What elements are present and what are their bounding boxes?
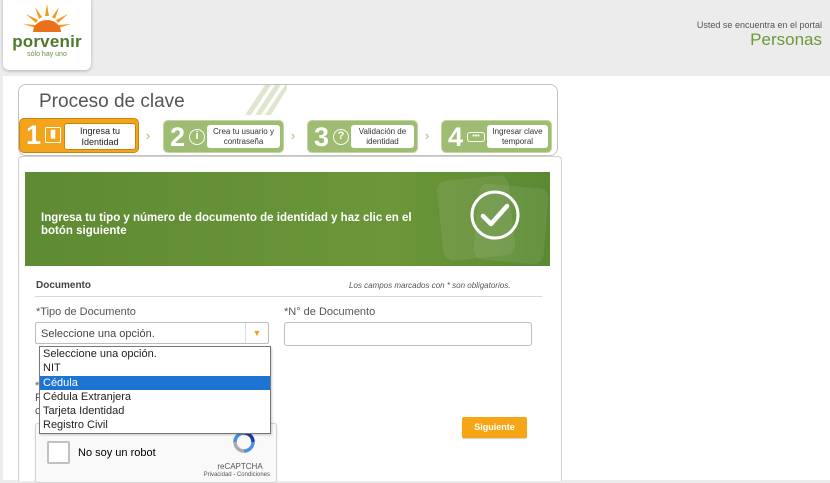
tipo-documento-select[interactable]: Seleccione una opción. ▼: [35, 322, 269, 344]
step-number: 3: [314, 122, 330, 152]
top-header: porvenir sólo hay uno Usted se encuentra…: [0, 0, 830, 76]
step-label: Ingresa tu Identidad: [64, 123, 136, 150]
tipo-documento-options: Seleccione una opción. NIT Cédula Cédula…: [39, 346, 271, 434]
chevron-right-icon: ›: [145, 128, 151, 143]
brand-logo[interactable]: porvenir sólo hay uno: [3, 0, 91, 70]
recaptcha-label: No soy un robot: [78, 447, 156, 459]
info-icon: i: [189, 129, 205, 145]
decorative-stripes: [245, 85, 287, 115]
step-number: 4: [448, 122, 464, 152]
numero-documento-input[interactable]: [284, 322, 532, 346]
sun-icon: [23, 4, 71, 32]
required-note: Los campos marcados con * son obligatori…: [349, 281, 511, 290]
step-label: Ingresar clave temporal: [487, 125, 548, 148]
option-cedula-extranjera[interactable]: Cédula Extranjera: [40, 390, 270, 404]
portal-name[interactable]: Personas: [750, 30, 822, 50]
banner-text: Ingresa tu tipo y número de documento de…: [41, 212, 412, 237]
siguiente-button[interactable]: Siguiente: [462, 417, 527, 438]
select-value: Seleccione una opción.: [41, 328, 155, 340]
divider: [35, 296, 542, 297]
recaptcha-checkbox[interactable]: [47, 441, 70, 464]
step-number: 2: [170, 122, 186, 152]
option-nit[interactable]: NIT: [40, 361, 270, 375]
brand-name: porvenir: [12, 32, 82, 51]
process-title: Proceso de clave: [39, 91, 185, 112]
id-card-icon: ▮: [45, 127, 61, 143]
chevron-right-icon: ›: [290, 128, 296, 143]
portal-label: Usted se encuentra en el portal: [696, 20, 822, 30]
check-circle-icon: [470, 190, 520, 240]
step-4[interactable]: 4 ••• Ingresar clave temporal: [441, 120, 552, 153]
option-tarjeta-identidad[interactable]: Tarjeta Identidad: [40, 404, 270, 418]
step-2[interactable]: 2 i Crea tu usuario y contraseña: [163, 120, 284, 153]
step-3[interactable]: 3 ? Validación de identidad: [307, 120, 418, 153]
recaptcha-brand: reCAPTCHA: [217, 462, 263, 471]
password-icon: •••: [467, 132, 485, 142]
numero-documento-label: *N° de Documento: [284, 306, 376, 318]
step-label: Crea tu usuario y contraseña: [207, 125, 280, 148]
step-1[interactable]: 1 ▮ Ingresa tu Identidad: [19, 118, 139, 153]
question-icon: ?: [333, 129, 349, 145]
banner-text-bold: siguiente: [76, 225, 127, 237]
instruction-banner: Ingresa tu tipo y número de documento de…: [25, 172, 550, 266]
dropdown-arrow-icon[interactable]: ▼: [245, 323, 268, 343]
step-number: 1: [26, 120, 42, 150]
step-label: Validación de identidad: [351, 125, 414, 148]
brand-tagline: sólo hay uno: [27, 51, 67, 58]
tipo-documento-label: *Tipo de Documento: [36, 306, 136, 318]
section-title: Documento: [36, 280, 91, 291]
option-cedula[interactable]: Cédula: [40, 375, 270, 390]
recaptcha-links[interactable]: Privacidad - Condiciones: [192, 472, 270, 478]
option-registro-civil[interactable]: Registro Civil: [40, 418, 270, 432]
option-seleccione[interactable]: Seleccione una opción.: [40, 347, 270, 361]
chevron-right-icon: ›: [424, 128, 430, 143]
